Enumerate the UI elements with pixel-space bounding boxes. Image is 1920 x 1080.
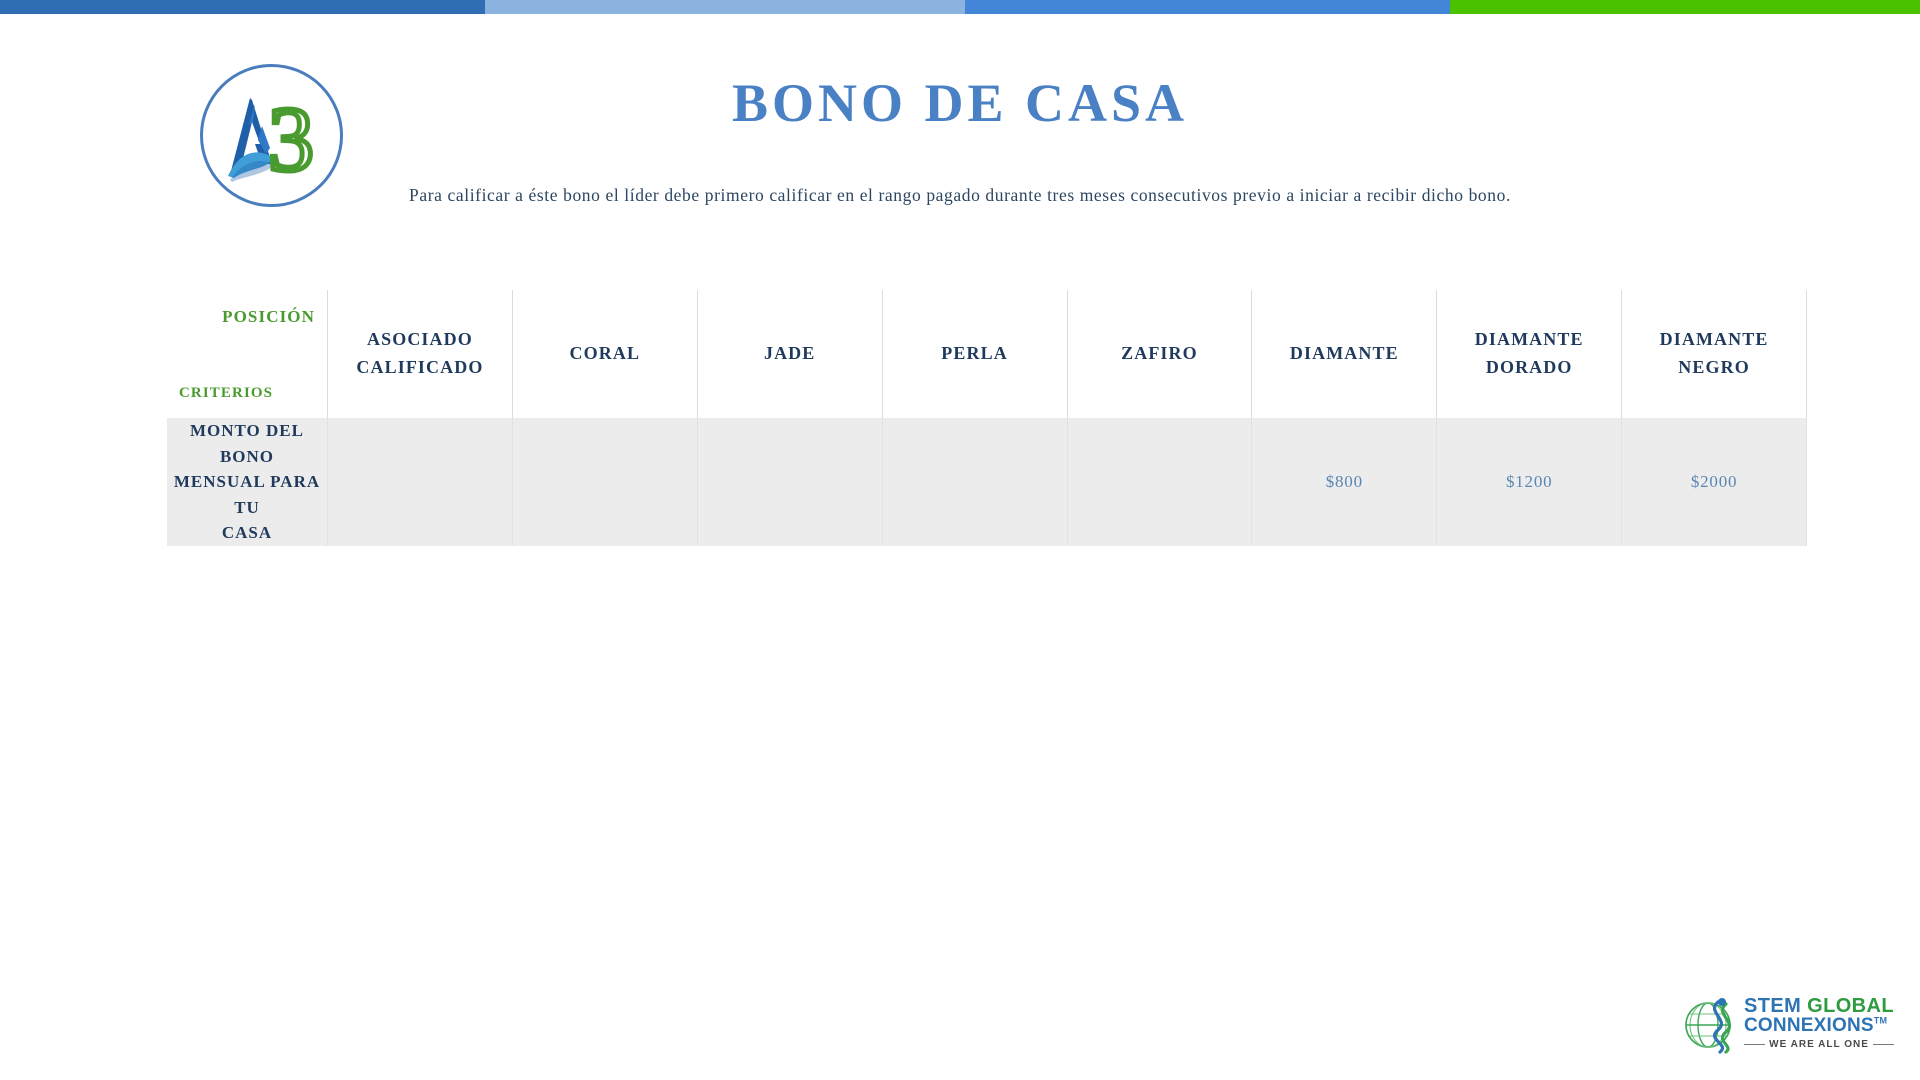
trademark-symbol: TM [1873, 1015, 1888, 1026]
column-header-diamante-negro: DIAMANTE NEGRO [1621, 290, 1807, 418]
footer-logo: STEM GLOBAL CONNEXIONSTM WE ARE ALL ONE [1682, 992, 1894, 1058]
topbar-segment-4 [1450, 0, 1920, 14]
svg-text:3: 3 [268, 88, 314, 190]
footer-logo-stem: STEM [1744, 995, 1808, 1017]
corner-position-label: POSICIÓN [222, 307, 315, 326]
cell-jade [697, 418, 883, 546]
column-header-perla: PERLA [882, 290, 1068, 418]
footer-logo-global: GLOBAL [1807, 995, 1894, 1017]
tagline-text: WE ARE ALL ONE [1769, 1038, 1869, 1050]
cell-zafiro [1067, 418, 1253, 546]
column-header-diamante-dorado: DIAMANTE DORADO [1436, 290, 1623, 418]
bonus-table: POSICIÓN CRITERIOS ASOCIADO CALIFICADO C… [167, 290, 1807, 546]
column-header-coral: CORAL [512, 290, 698, 418]
bonus-table-container: POSICIÓN CRITERIOS ASOCIADO CALIFICADO C… [167, 290, 1807, 546]
row-label-line: CASA [221, 523, 273, 542]
column-header-line: ASOCIADO [367, 329, 473, 350]
row-label-line: MENSUAL PARA TU [173, 472, 321, 517]
topbar-segment-3 [965, 0, 1450, 14]
column-header-line: NEGRO [1678, 357, 1750, 377]
cell-asociado-calificado [327, 418, 513, 546]
table-body: MONTO DEL BONO MENSUAL PARA TU CASA $800… [167, 418, 1807, 546]
page-subtitle: Para calificar a éste bono el líder debe… [409, 185, 1511, 205]
topbar-segment-1 [0, 0, 485, 14]
column-header-jade: JADE [697, 290, 883, 418]
table-head: POSICIÓN CRITERIOS ASOCIADO CALIFICADO C… [167, 290, 1807, 418]
topbar-segment-2 [485, 0, 965, 14]
table-corner-header: POSICIÓN CRITERIOS [167, 290, 328, 418]
cell-diamante-negro: $2000 [1621, 418, 1807, 546]
column-header-line: DIAMANTE [1659, 329, 1769, 350]
column-header-line: DIAMANTE [1474, 329, 1584, 350]
table-row: MONTO DEL BONO MENSUAL PARA TU CASA $800… [167, 418, 1807, 546]
page-title: BONO DE CASA [731, 73, 1189, 133]
cell-coral [512, 418, 698, 546]
top-color-bar [0, 0, 1920, 14]
column-header-line: CALIFICADO [356, 357, 484, 377]
corner-criteria-label: CRITERIOS [179, 384, 274, 401]
row-label-monto-bono: MONTO DEL BONO MENSUAL PARA TU CASA [167, 418, 328, 546]
footer-logo-text: STEM GLOBAL CONNEXIONSTM WE ARE ALL ONE [1744, 996, 1894, 1050]
footer-logo-tagline: WE ARE ALL ONE [1744, 1039, 1894, 1050]
column-header-line: DORADO [1485, 357, 1573, 377]
table-header-row: POSICIÓN CRITERIOS ASOCIADO CALIFICADO C… [167, 290, 1807, 418]
footer-logo-line1: STEM GLOBAL [1744, 996, 1894, 1016]
column-header-asociado-calificado: ASOCIADO CALIFICADO [327, 290, 513, 418]
column-header-diamante: DIAMANTE [1251, 290, 1438, 418]
tagline-rule-right [1872, 1043, 1894, 1045]
cell-diamante: $800 [1251, 418, 1438, 546]
tagline-rule-left [1744, 1043, 1766, 1045]
cell-diamante-dorado: $1200 [1436, 418, 1623, 546]
column-header-zafiro: ZAFIRO [1067, 290, 1253, 418]
footer-logo-line2: CONNEXIONSTM [1744, 1016, 1894, 1036]
cell-perla [882, 418, 1068, 546]
footer-logo-connexions: CONNEXIONS [1744, 1015, 1874, 1036]
row-label-line: MONTO DEL BONO [189, 421, 304, 466]
globe-dna-icon [1685, 998, 1731, 1054]
